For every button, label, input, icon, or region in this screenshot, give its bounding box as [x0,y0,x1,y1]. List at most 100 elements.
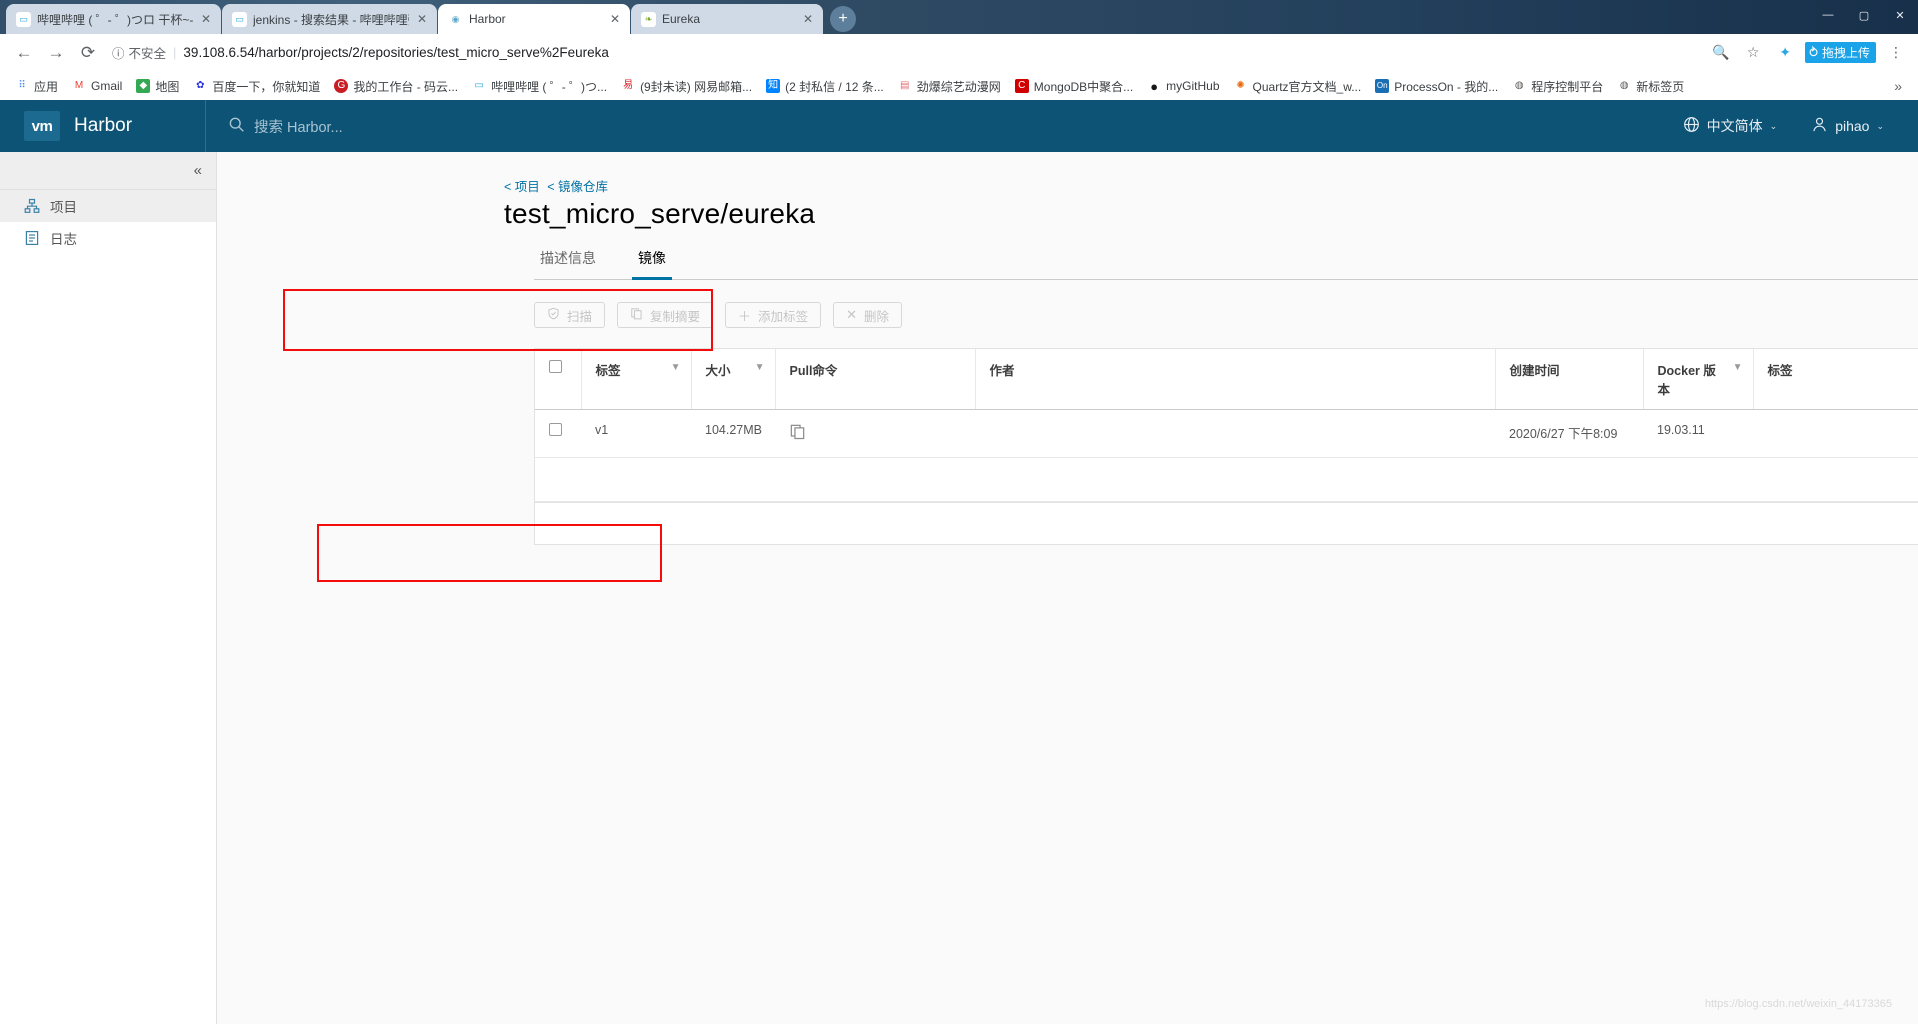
filter-icon[interactable]: ▼ [755,362,765,373]
browser-window: ▭ 哔哩哔哩 ( ゜- ゜)つロ 干杯~-bili ✕ ▭ jenkins - … [0,0,1918,1024]
tab-close-icon[interactable]: ✕ [199,12,213,26]
column-size-label: 大小 [705,364,731,378]
maximize-button[interactable]: ▢ [1846,3,1882,27]
bookmark-label: 新标签页 [1636,79,1685,94]
bookmark-github[interactable]: ● myGitHub [1140,76,1226,96]
user-menu[interactable]: pihao ⌄ [1811,116,1884,136]
apps-grid-icon: ⠿ [15,79,29,93]
upload-badge-label: 拖拽上传 [1821,46,1870,60]
bookmark-bilibili[interactable]: ▭ 哔哩哔哩 ( ゜- ゜)つ... [465,75,614,98]
bookmark-apps[interactable]: ⠿ 应用 [8,75,65,98]
chevron-down-icon: ⌄ [1769,120,1778,131]
reload-button[interactable]: ⟳ [74,39,102,67]
breadcrumb-repositories-link[interactable]: < 镜像仓库 [547,180,608,194]
tab-images[interactable]: 镜像 [632,244,672,280]
new-tab-button[interactable]: + [830,6,856,32]
tab-close-icon[interactable]: ✕ [415,12,429,26]
bookmark-gmail[interactable]: M Gmail [65,76,129,96]
column-select-all [535,349,582,410]
harbor-icon: ◉ [448,11,463,27]
projects-icon [24,198,40,214]
kebab-menu-icon[interactable]: ⋮ [1884,41,1908,65]
images-table: 标签 ▼ 大小 ▼ Pull命令 作者 创建时间 Docker 版本 ▼ 标签 … [534,348,1918,545]
zoom-in-icon[interactable]: 🔍 [1709,41,1733,65]
sidebar-item-projects[interactable]: 项目 [0,190,216,222]
filter-icon[interactable]: ▼ [671,362,681,373]
tab-title: Eureka [662,12,701,26]
bookmark-label: myGitHub [1166,79,1220,93]
browser-tab-active[interactable]: ◉ Harbor ✕ [438,4,630,34]
column-docker-version: Docker 版本 ▼ [1643,349,1754,410]
column-pull-command-label: Pull命令 [789,364,838,378]
toolbar-right-group: 🔍 ☆ ✦ ⥁ 拖拽上传 ⋮ [1709,41,1908,65]
bookmark-new-tab-page[interactable]: ◍ 新标签页 [1610,75,1691,98]
scan-button[interactable]: 扫描 [534,302,606,328]
bilibili-icon: ▭ [232,11,247,27]
star-icon[interactable]: ☆ [1741,41,1765,65]
bookmarks-overflow-button[interactable]: » [1886,78,1910,94]
bookmark-label: 劲爆综艺动漫网 [916,79,1001,94]
bookmark-label: 哔哩哔哩 ( ゜- ゜)つ... [491,79,608,94]
delete-button[interactable]: ✕ 删除 [833,302,902,328]
user-icon [1811,116,1828,136]
browser-tab[interactable]: ▭ 哔哩哔哩 ( ゜- ゜)つロ 干杯~-bili ✕ [6,4,221,34]
browser-tab[interactable]: ❧ Eureka ✕ [631,4,823,34]
bookmark-csdn[interactable]: C MongoDB中聚合... [1008,75,1140,98]
tab-title: 哔哩哔哩 ( ゜- ゜)つロ 干杯~-bili [37,12,193,27]
bookmark-quartz[interactable]: ✺ Quartz官方文档_w... [1227,75,1369,98]
shield-check-icon [547,307,560,323]
bookmark-zhihu[interactable]: 知 (2 封私信 / 12 条... [759,75,891,98]
bookmark-control-platform[interactable]: ◍ 程序控制平台 [1505,75,1610,98]
select-all-checkbox[interactable] [549,360,562,373]
minimize-button[interactable]: — [1810,3,1846,27]
bookmark-anime-site[interactable]: ▤ 劲爆综艺动漫网 [891,75,1008,98]
column-created-label: 创建时间 [1509,364,1560,378]
add-label-button[interactable]: ＋ 添加标签 [725,302,822,328]
close-window-button[interactable]: ✕ [1882,3,1918,27]
page-title: test_micro_serve/eureka [504,198,816,229]
add-label-label: 添加标签 [758,309,809,324]
table-row[interactable]: v1 104.27MB 2020/6/27 下午8:09 19.03.11 [535,409,1918,458]
column-created: 创建时间 [1495,349,1644,410]
forward-button[interactable]: → [42,39,70,67]
bookmark-label: Gmail [91,79,123,93]
bookmark-processon[interactable]: On ProcessOn - 我的... [1368,75,1505,98]
copy-digest-button[interactable]: 复制摘要 [617,302,714,328]
bookmark-baidu[interactable]: ✿ 百度一下，你就知道 [186,75,327,98]
bookmark-label: ProcessOn - 我的... [1394,79,1499,94]
back-button[interactable]: ← [10,39,38,67]
bookmark-maps[interactable]: ◆ 地图 [129,75,186,98]
tab-close-icon[interactable]: ✕ [801,12,815,26]
address-bar[interactable]: ⓘ 不安全 | 39.108.6.54/harbor/projects/2/re… [112,40,1699,66]
extension-icon[interactable]: ✦ [1773,41,1797,65]
tab-close-icon[interactable]: ✕ [608,12,622,26]
global-search[interactable]: 搜索 Harbor... [206,116,1683,137]
bookmark-label: 我的工作台 - 码云... [353,79,459,94]
browser-tab[interactable]: ▭ jenkins - 搜索结果 - 哔哩哔哩弹 ✕ [222,4,437,34]
breadcrumb-projects-link[interactable]: < 项目 [504,180,540,194]
tab-description[interactable]: 描述信息 [534,244,602,280]
harbor-brand[interactable]: vm Harbor [0,111,205,141]
row-checkbox[interactable] [549,423,562,436]
maps-icon: ◆ [136,79,151,93]
tab-title: Harbor [469,12,506,26]
leaf-icon: ❧ [641,11,656,27]
sidebar-item-logs[interactable]: 日志 [0,222,216,254]
cell-tag[interactable]: v1 [581,409,691,458]
site-security-indicator[interactable]: ⓘ 不安全 [112,43,166,62]
app-title: Harbor [74,115,133,136]
sidebar-collapse-button[interactable]: « [0,152,216,190]
column-author-label: 作者 [989,364,1015,378]
bookmark-label: 应用 [34,79,59,94]
column-labels: 标签 [1753,349,1918,410]
main-content: < 项目 < 镜像仓库 test_micro_serve/eureka 描述信息… [217,152,1918,1024]
sidebar: « 项目 日志 [0,152,217,1024]
bookmark-gitee[interactable]: G 我的工作台 - 码云... [327,75,465,98]
cell-created: 2020/6/27 下午8:09 [1495,409,1643,458]
copy-icon[interactable] [789,424,806,444]
bookmark-netease-mail[interactable]: 易 (9封未读) 网易邮箱... [614,75,759,98]
copy-digest-label: 复制摘要 [650,309,701,324]
language-selector[interactable]: 中文简体 ⌄ [1683,116,1778,136]
upload-extension-badge[interactable]: ⥁ 拖拽上传 [1805,42,1876,63]
filter-icon[interactable]: ▼ [1733,362,1743,373]
